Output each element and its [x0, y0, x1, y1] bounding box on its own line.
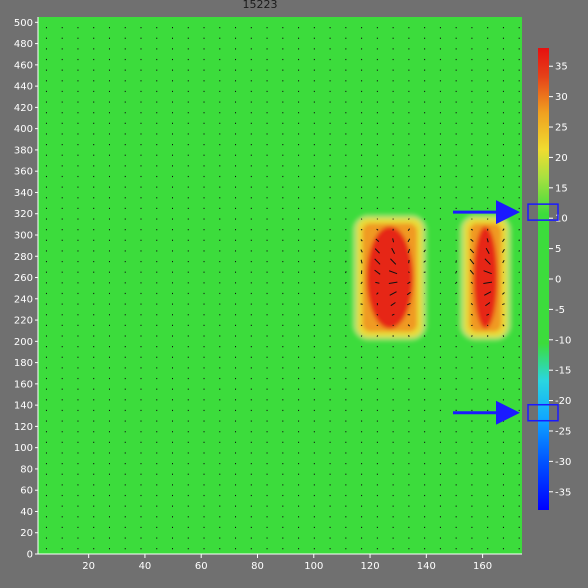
vector: [423, 282, 426, 284]
y-tick-label: 300: [14, 230, 33, 241]
y-tick-label: 420: [14, 103, 33, 114]
vector: [455, 303, 457, 305]
x-axis: 20 40 60 80 100 120 140 160: [38, 553, 522, 572]
y-tick-label: 80: [20, 464, 33, 475]
y-tick-label: 460: [14, 60, 33, 71]
heatmap-background: [38, 17, 522, 554]
vector: [423, 228, 426, 231]
x-tick-label: 140: [417, 561, 436, 572]
vector: [486, 324, 489, 327]
y-tick-label: 100: [14, 443, 33, 454]
vector: [360, 324, 363, 327]
hotspot-core: [473, 226, 498, 329]
colorbar-tick-label: 30: [555, 92, 568, 103]
vector: [518, 260, 520, 263]
y-tick-label: 360: [14, 167, 33, 178]
y-tick-label: 380: [14, 145, 33, 156]
y-axis: 0 20 40 60 80 100 120 140 160 180 200 220 240 260 280 3…: [14, 17, 39, 561]
y-tick-label: 0: [27, 550, 33, 561]
y-tick-label: 340: [14, 188, 33, 199]
colorbar-tick-label: -5: [555, 305, 565, 316]
vector: [392, 324, 394, 327]
figure: 15223 20 40 60 80 100 120 140 160 0204060801001…: [14, 0, 571, 572]
colorbar-ticks: 35302520151050-5-10-15-20-25-30-35: [549, 62, 571, 498]
y-tick-label: 260: [14, 273, 33, 284]
y-tick-label: 120: [14, 422, 33, 433]
colorbar-gradient: [538, 48, 549, 510]
vector: [471, 335, 473, 337]
y-tick-label: 220: [14, 316, 33, 327]
colorbar-tick-label: 35: [555, 62, 568, 73]
colorbar: 35302520151050-5-10-15-20-25-30-35: [538, 48, 571, 510]
colorbar-tick-label: -25: [555, 426, 571, 437]
plot-area: [38, 17, 522, 554]
y-tick-label: 320: [14, 209, 33, 220]
vector: [518, 271, 520, 273]
colorbar-tick-label: 5: [555, 244, 561, 255]
y-tick-label: 40: [20, 507, 33, 518]
y-tick-label: 60: [20, 486, 33, 497]
y-tick-label: 440: [14, 82, 33, 93]
colorbar-tick-label: 0: [555, 275, 561, 286]
vector: [471, 218, 473, 220]
colorbar-tick-label: 20: [555, 153, 568, 164]
vector: [455, 260, 457, 263]
colorbar-tick-label: -10: [555, 335, 571, 346]
hotspot-2: [459, 214, 512, 341]
y-tick-label: 240: [14, 294, 33, 305]
x-tick-label: 100: [304, 561, 323, 572]
hotspot-core: [366, 226, 414, 329]
colorbar-tick-label: 10: [555, 214, 568, 225]
vector: [360, 228, 363, 231]
y-tick-label: 140: [14, 401, 33, 412]
vector: [423, 313, 426, 316]
y-tick-label: 400: [14, 124, 33, 135]
y-tick-label: 200: [14, 337, 33, 348]
x-tick-label: 120: [360, 561, 379, 572]
y-tick-label: 180: [14, 358, 33, 369]
x-tick-label: 80: [251, 561, 264, 572]
y-tick-label: 280: [14, 252, 33, 263]
vector: [408, 271, 410, 274]
x-tick-label: 60: [195, 561, 208, 572]
vector: [345, 271, 347, 274]
y-tick-label: 480: [14, 39, 33, 50]
x-tick-label: 40: [139, 561, 152, 572]
vector: [502, 313, 505, 316]
vector: [518, 282, 520, 284]
vector: [502, 335, 505, 337]
vector: [376, 335, 379, 337]
vector: [345, 292, 347, 295]
hotspot-1: [352, 214, 428, 341]
vector: [423, 324, 426, 327]
x-tick-label: 20: [82, 561, 95, 572]
x-tick-label: 160: [473, 561, 492, 572]
vector: [345, 281, 347, 284]
chart-title: 15223: [243, 0, 278, 11]
y-tick-label: 160: [14, 379, 33, 390]
colorbar-tick-label: 25: [555, 123, 568, 134]
vector: [408, 335, 410, 337]
vector: [408, 259, 410, 264]
colorbar-tick-label: -35: [555, 487, 571, 498]
y-tick-label: 500: [14, 18, 33, 29]
vector: [408, 218, 410, 220]
vector: [502, 218, 505, 220]
colorbar-tick-label: -30: [555, 457, 571, 468]
vector: [455, 314, 457, 316]
y-tick-label: 20: [20, 528, 33, 539]
colorbar-tick-label: -15: [555, 366, 571, 377]
colorbar-tick-label: 15: [555, 183, 568, 194]
